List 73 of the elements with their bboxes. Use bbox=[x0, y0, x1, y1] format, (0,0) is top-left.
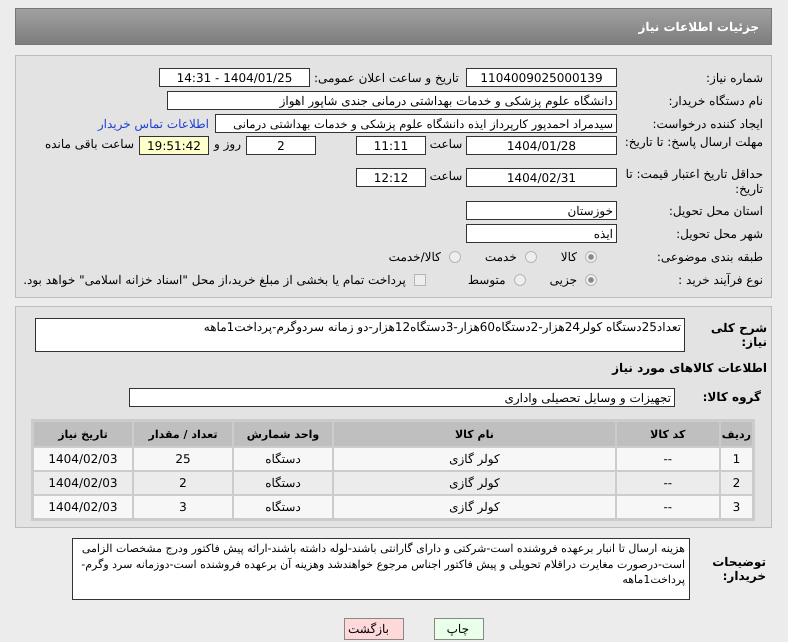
table-cell: 1404/02/03 bbox=[34, 448, 132, 470]
table-cell: 2 bbox=[134, 472, 232, 494]
field-label: نام دستگاه خریدار: bbox=[668, 94, 763, 108]
field-label: ساعت bbox=[428, 136, 464, 151]
field-label: شرح کلی نیاز: bbox=[710, 321, 767, 349]
goods-group-field: تجهیزات و وسایل تحصیلی واداری bbox=[129, 388, 675, 406]
column-header: تاریخ نیاز bbox=[34, 422, 132, 446]
table-cell: 1404/02/03 bbox=[34, 472, 132, 494]
field-label: ایجاد کننده درخواست: bbox=[651, 116, 763, 130]
option-label: جزیی bbox=[550, 272, 577, 286]
table-cell: 25 bbox=[134, 448, 232, 470]
table-cell: دستگاه bbox=[234, 448, 332, 470]
option-label: کالا/خدمت bbox=[388, 250, 441, 264]
radio-button[interactable] bbox=[585, 250, 597, 262]
days-field: 2 bbox=[246, 136, 316, 155]
radio-button[interactable] bbox=[524, 250, 537, 262]
field-label: مهلت ارسال پاسخ: تا تاریخ: bbox=[624, 135, 763, 150]
notes-textarea[interactable]: هزینه ارسال تا انبار برعهده فروشنده است-شرکتی و دارای گارانتی باشند-لوله داشته باشند-ارائه پیش فاکتور ودرج مشخصات الزامی است-درصورت مغایرت دراقلام تحویلی و پیش فاکتور اجناس مرجوع خواهندشد وهزینه آن برعهده فروشنده است-دوزمانه سرد وگرم-پرداخت1ماهه bbox=[72, 538, 690, 600]
buyer-field: دانشگاه علوم پزشکی و خدمات بهداشتی درمانی جندی شاپور اهواز bbox=[167, 91, 617, 110]
table-cell: -- bbox=[616, 496, 719, 518]
table-cell: 1404/02/03 bbox=[34, 496, 132, 518]
field-label: روز و bbox=[212, 136, 242, 151]
field-label: تاریخ و ساعت اعلان عمومی: bbox=[313, 70, 460, 84]
field-label: استان محل تحویل: bbox=[668, 204, 763, 218]
table-cell: 3 bbox=[720, 496, 752, 518]
option-label: متوسط bbox=[468, 272, 506, 286]
field-label: گروه کالا: bbox=[702, 390, 762, 404]
section-heading: اطلاعات کالاهای مورد نیاز bbox=[610, 360, 768, 377]
announce-date-field: 1404/01/25 - 14:31 bbox=[159, 68, 310, 87]
field-label: ساعت باقی مانده bbox=[44, 136, 135, 151]
table-cell: کولر گازی bbox=[334, 496, 615, 518]
table-cell: دستگاه bbox=[234, 472, 332, 494]
column-header: تعداد / مقدار bbox=[134, 422, 232, 446]
field-label: شماره نیاز: bbox=[705, 70, 763, 84]
requester-field: سیدمراد احمدپور کارپرداز ایذه دانشگاه علوم پزشکی و خدمات بهداشتی درمانی bbox=[215, 114, 617, 133]
table-cell: -- bbox=[616, 472, 719, 494]
remaining-time-field: 19:51:42 bbox=[139, 136, 209, 155]
table-cell: 3 bbox=[134, 496, 232, 518]
province-field: خوزستان bbox=[466, 201, 617, 220]
deadline-time-field: 11:11 bbox=[356, 136, 426, 155]
column-header: نام کالا bbox=[334, 422, 615, 446]
page-title: جزئیات اطلاعات نیاز bbox=[638, 20, 759, 34]
field-label: حداقل تاریخ اعتبار قیمت: تا تاریخ: bbox=[624, 167, 763, 197]
table-cell: کولر گازی bbox=[334, 472, 615, 494]
table-cell: دستگاه bbox=[234, 496, 332, 518]
radio-button[interactable] bbox=[585, 274, 597, 286]
field-label: شهر محل تحویل: bbox=[675, 226, 763, 240]
option-label: خدمت bbox=[484, 250, 517, 264]
checkbox-label: پرداخت تمام یا بخشی از مبلغ خرید،از محل "اسناد خزانه اسلامی" خواهد بود. bbox=[23, 272, 406, 286]
option-label: کالا bbox=[560, 250, 577, 264]
column-header: ردیف bbox=[720, 422, 752, 446]
radio-button[interactable] bbox=[448, 250, 461, 262]
table-cell: کولر گازی bbox=[334, 448, 615, 470]
back-button[interactable]: بازگشت bbox=[344, 618, 404, 640]
field-label: نوع فرآیند خرید : bbox=[677, 272, 763, 286]
table-cell: 2 bbox=[720, 472, 752, 494]
validity-time-field: 12:12 bbox=[356, 168, 426, 187]
summary-textarea[interactable]: تعداد25دستگاه کولر24هزار-2دستگاه60هزار-3دستگاه12هزار-دو زمانه سردوگرم-پرداخت1ماهه bbox=[35, 318, 685, 352]
validity-date-field: 1404/02/31 bbox=[466, 168, 617, 187]
field-label: توضیحات خریدار: bbox=[711, 555, 766, 583]
need-number-field: 1104009025000139 bbox=[466, 68, 617, 87]
checkbox[interactable] bbox=[414, 274, 426, 286]
print-button[interactable]: چاپ bbox=[434, 618, 484, 640]
field-label: طبقه بندی موضوعی: bbox=[656, 250, 763, 264]
table-cell: 1 bbox=[720, 448, 752, 470]
field-label: ساعت bbox=[428, 168, 464, 183]
buyer-contact-link[interactable]: اطلاعات تماس خریدار bbox=[98, 116, 209, 130]
radio-button[interactable] bbox=[514, 274, 526, 286]
city-field: ایذه bbox=[466, 224, 617, 243]
deadline-date-field: 1404/01/28 bbox=[466, 136, 617, 155]
table-cell: -- bbox=[616, 448, 719, 470]
column-header: کد کالا bbox=[616, 422, 719, 446]
column-header: واحد شمارش bbox=[234, 422, 332, 446]
